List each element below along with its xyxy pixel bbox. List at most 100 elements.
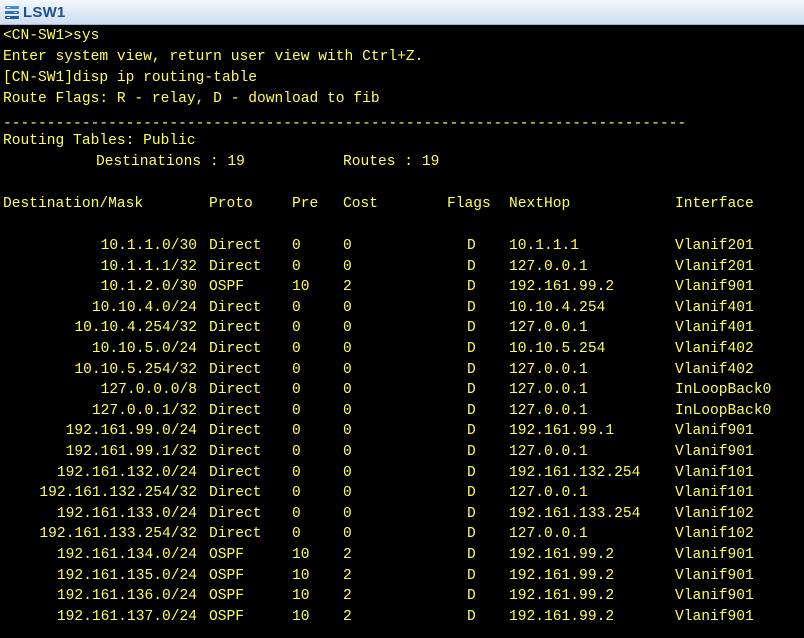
route-cost: 0	[343, 423, 352, 440]
route-protocol: Direct	[209, 464, 262, 481]
route-preference: 10	[292, 608, 310, 625]
header-pre: Pre	[292, 196, 319, 212]
route-interface: Vlanif402	[675, 341, 754, 357]
route-preference: 10	[292, 547, 310, 563]
route-nexthop: 192.161.99.2	[509, 279, 615, 296]
table-row: 10.10.4.254/32 Direct 0 0 D 127.0.0.1 Vlanif40…	[0, 318, 804, 339]
route-protocol: OSPF	[209, 588, 245, 605]
route-protocol: OSPF	[209, 608, 245, 625]
route-interface: Vlanif201	[675, 258, 754, 275]
terminal-window: LSW1 <CN-SW1>sys Enter system view, retu…	[0, 0, 804, 638]
route-protocol: Direct	[209, 341, 262, 357]
route-cost: 0	[343, 526, 352, 543]
route-preference: 0	[292, 485, 301, 502]
route-nexthop: 192.161.99.2	[509, 547, 615, 563]
route-cost: 0	[343, 238, 352, 254]
table-row: 192.161.133.254/32 Direct 0 0 D 127.0.0.1 Vlan…	[0, 524, 804, 545]
table-row: 10.1.1.0/30 Direct 0 0 D 10.1.1.1 Vlanif201	[0, 236, 804, 257]
route-interface: Vlanif401	[675, 299, 754, 316]
route-cost: 2	[343, 588, 352, 605]
header-nexthop: NextHop	[509, 196, 571, 212]
header-interface: Interface	[675, 196, 754, 212]
route-nexthop: 192.161.133.254	[509, 505, 641, 522]
route-flags: D	[467, 505, 476, 522]
route-protocol: OSPF	[209, 279, 245, 296]
route-preference: 0	[292, 423, 301, 440]
route-nexthop: 10.10.5.254	[509, 341, 606, 357]
route-flags: D	[467, 238, 476, 254]
table-row: 10.1.2.0/30 OSPF 10 2 D 192.161.99.2 Vlanif901	[0, 277, 804, 298]
route-preference: 0	[292, 526, 301, 543]
route-cost: 0	[343, 505, 352, 522]
route-flags: D	[467, 402, 476, 419]
route-cost: 2	[343, 608, 352, 625]
route-destination: 10.1.1.0/30	[100, 238, 197, 254]
route-destination: 10.10.4.254/32	[74, 320, 197, 337]
route-destination: 10.10.5.254/32	[74, 361, 197, 378]
route-nexthop: 192.161.99.1	[509, 423, 615, 440]
route-preference: 0	[292, 299, 301, 316]
route-nexthop: 127.0.0.1	[509, 320, 588, 337]
route-interface: Vlanif101	[675, 485, 754, 502]
route-destination: 192.161.99.0/24	[65, 423, 197, 440]
route-cost: 2	[343, 567, 352, 584]
table-row: 10.10.4.0/24 Direct 0 0 D 10.10.4.254 Vlanif40…	[0, 298, 804, 319]
table-row: 192.161.133.0/24 Direct 0 0 D 192.161.133.254…	[0, 504, 804, 525]
header-flags: Flags	[447, 196, 491, 212]
route-nexthop: 127.0.0.1	[509, 361, 588, 378]
route-destination: 192.161.133.254/32	[39, 526, 197, 543]
route-nexthop: 192.161.132.254	[509, 464, 641, 481]
route-protocol: Direct	[209, 258, 262, 275]
route-cost: 0	[343, 341, 352, 357]
route-protocol: Direct	[209, 423, 262, 440]
table-row: 192.161.99.1/32 Direct 0 0 D 127.0.0.1 Vlanif9…	[0, 442, 804, 463]
route-protocol: Direct	[209, 299, 262, 316]
route-destination: 192.161.136.0/24	[56, 588, 197, 605]
route-protocol: Direct	[209, 238, 262, 254]
route-preference: 0	[292, 361, 301, 378]
route-flags: D	[467, 464, 476, 481]
route-protocol: Direct	[209, 526, 262, 543]
route-preference: 0	[292, 258, 301, 275]
terminal-output[interactable]: <CN-SW1>sys Enter system view, return us…	[0, 26, 804, 638]
route-preference: 0	[292, 402, 301, 419]
route-flags: D	[467, 320, 476, 337]
table-row: 192.161.135.0/24 OSPF 10 2 D 192.161.99.2 Vlan…	[0, 566, 804, 587]
route-interface: Vlanif201	[675, 238, 754, 254]
route-protocol: Direct	[209, 505, 262, 522]
route-preference: 0	[292, 464, 301, 481]
output-line: Enter system view, return user view with…	[3, 49, 424, 65]
route-cost: 0	[343, 485, 352, 502]
route-interface: Vlanif402	[675, 361, 754, 378]
route-cost: 0	[343, 320, 352, 337]
route-nexthop: 127.0.0.1	[509, 402, 588, 419]
route-interface: Vlanif901	[675, 444, 754, 460]
route-nexthop: 127.0.0.1	[509, 444, 588, 460]
table-row: 127.0.0.1/32 Direct 0 0 D 127.0.0.1 InLoopBack…	[0, 401, 804, 422]
table-header: Destination/Mask Proto Pre Cost Flags Ne…	[0, 194, 804, 215]
route-preference: 10	[292, 567, 310, 584]
route-interface: Vlanif102	[675, 526, 754, 543]
title-bar[interactable]: LSW1	[0, 0, 804, 25]
route-cost: 0	[343, 382, 352, 399]
route-interface: Vlanif901	[675, 423, 754, 440]
route-protocol: OSPF	[209, 567, 245, 584]
route-cost: 0	[343, 361, 352, 378]
table-row: 10.10.5.254/32 Direct 0 0 D 127.0.0.1 Vlanif40…	[0, 360, 804, 381]
table-row: 192.161.132.0/24 Direct 0 0 D 192.161.132.254…	[0, 463, 804, 484]
route-destination: 10.10.4.0/24	[91, 299, 197, 316]
route-nexthop: 127.0.0.1	[509, 485, 588, 502]
route-protocol: Direct	[209, 320, 262, 337]
output-line: Route Flags: R - relay, D - download to …	[3, 91, 380, 107]
route-preference: 10	[292, 279, 310, 296]
route-preference: 0	[292, 444, 301, 460]
header-cost: Cost	[343, 196, 379, 212]
route-cost: 2	[343, 547, 352, 563]
route-interface: Vlanif102	[675, 505, 754, 522]
route-flags: D	[467, 526, 476, 543]
destinations-count: Destinations : 19	[96, 154, 245, 170]
routes-count: Routes : 19	[343, 154, 440, 170]
route-cost: 0	[343, 402, 352, 419]
route-flags: D	[467, 608, 476, 625]
window-title: LSW1	[23, 3, 66, 21]
